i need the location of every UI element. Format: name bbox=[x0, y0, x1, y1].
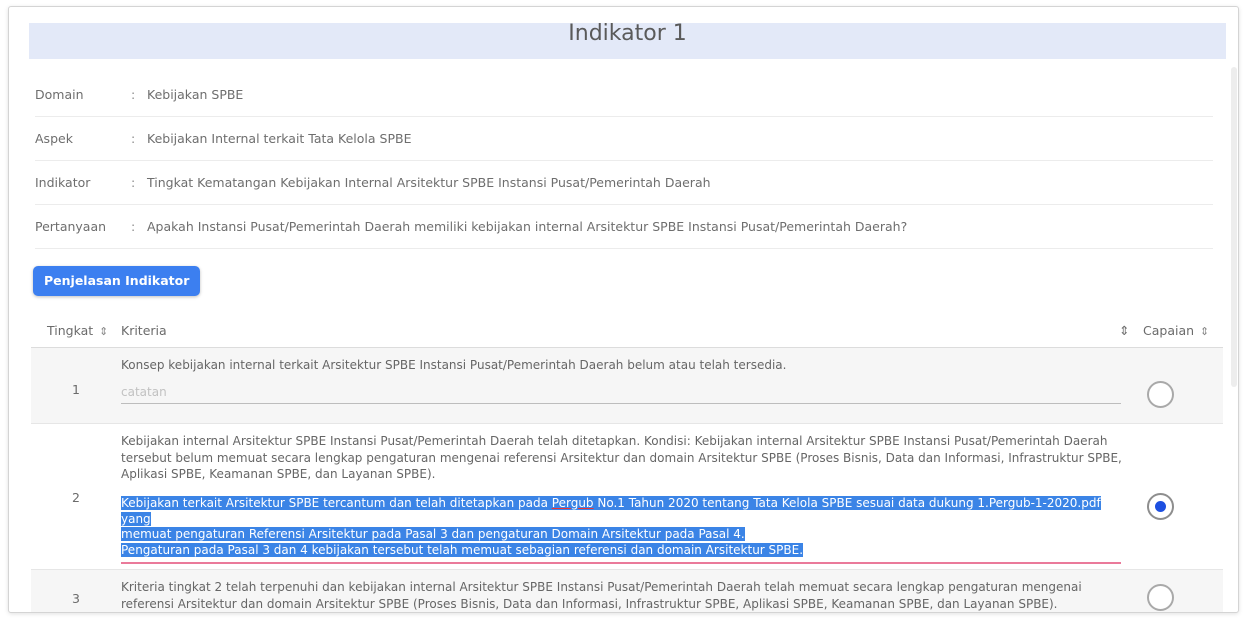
penjelasan-indikator-button[interactable]: Penjelasan Indikator bbox=[33, 266, 201, 296]
info-value: Apakah Instansi Pusat/Pemerintah Daerah … bbox=[147, 219, 908, 234]
column-label: Tingkat bbox=[47, 323, 94, 338]
info-label: Indikator bbox=[35, 175, 91, 190]
table-row: 2 Kebijakan internal Arsitektur SPBE Ins… bbox=[31, 424, 1223, 570]
sort-kriteria-icon[interactable]: ⇕ bbox=[1119, 323, 1129, 338]
criteria-text: Kebijakan internal Arsitektur SPBE Insta… bbox=[121, 434, 1122, 481]
criteria-text: Kriteria tingkat 2 telah terpenuhi dan k… bbox=[121, 580, 1082, 611]
highlighted-text-misspelled: Pergub bbox=[551, 496, 594, 510]
note-textarea[interactable]: Kebijakan terkait Arsitektur SPBE tercan… bbox=[121, 496, 1121, 564]
info-label: Aspek bbox=[35, 131, 73, 146]
column-header-kriteria[interactable]: Kriteria bbox=[121, 323, 167, 338]
note-line: Kebijakan terkait Arsitektur SPBE tercan… bbox=[121, 496, 1121, 527]
title-bar: Indikator 1 bbox=[29, 21, 1226, 59]
level-number: 1 bbox=[72, 382, 80, 397]
level-number: 3 bbox=[72, 591, 80, 606]
info-value: Tingkat Kematangan Kebijakan Internal Ar… bbox=[147, 175, 711, 190]
note-line: Pengaturan pada Pasal 3 dan 4 kebijakan … bbox=[121, 542, 1121, 559]
column-header-tingkat[interactable]: Tingkat ⇕ bbox=[47, 323, 108, 338]
column-header-capaian[interactable]: Capaian ⇕ bbox=[1143, 323, 1209, 338]
column-label: Capaian bbox=[1143, 323, 1195, 338]
info-row-indikator: Indikator : Tingkat Kematangan Kebijakan… bbox=[35, 161, 1213, 205]
info-separator: : bbox=[131, 131, 136, 146]
info-separator: : bbox=[131, 175, 136, 190]
table-row: 1 Konsep kebijakan internal terkait Arsi… bbox=[31, 348, 1223, 424]
note-input[interactable] bbox=[121, 380, 1121, 404]
note-line: memuat pengaturan Referensi Arsitektur p… bbox=[121, 527, 1121, 543]
capaian-radio[interactable] bbox=[1147, 584, 1174, 611]
info-row-pertanyaan: Pertanyaan : Apakah Instansi Pusat/Pemer… bbox=[35, 205, 1213, 249]
sort-icon: ⇕ bbox=[1200, 325, 1210, 338]
info-value: Kebijakan SPBE bbox=[147, 87, 244, 102]
info-row-aspek: Aspek : Kebijakan Internal terkait Tata … bbox=[35, 117, 1213, 161]
info-separator: : bbox=[131, 87, 136, 102]
page-title: Indikator 1 bbox=[568, 21, 687, 46]
info-row-domain: Domain : Kebijakan SPBE bbox=[35, 73, 1213, 117]
table-header: Tingkat ⇕ Kriteria ⇕ Capaian ⇕ bbox=[31, 314, 1223, 348]
capaian-radio[interactable] bbox=[1147, 381, 1174, 408]
info-label: Domain bbox=[35, 87, 84, 102]
info-label: Pertanyaan bbox=[35, 219, 107, 234]
info-separator: : bbox=[131, 219, 136, 234]
capaian-radio-selected[interactable] bbox=[1147, 493, 1174, 520]
level-number: 2 bbox=[72, 490, 80, 505]
scrollbar[interactable] bbox=[1231, 67, 1237, 387]
sort-icon: ⇕ bbox=[99, 325, 109, 338]
highlighted-text: Kebijakan terkait Arsitektur SPBE tercan… bbox=[121, 496, 552, 510]
indicator-panel: Indikator 1 Domain : Kebijakan SPBE Aspe… bbox=[8, 6, 1239, 613]
info-value: Kebijakan Internal terkait Tata Kelola S… bbox=[147, 131, 412, 146]
criteria-text: Konsep kebijakan internal terkait Arsite… bbox=[121, 358, 787, 372]
highlighted-text: memuat pengaturan Referensi Arsitektur p… bbox=[121, 527, 745, 541]
table-row: 3 Kriteria tingkat 2 telah terpenuhi dan… bbox=[31, 570, 1223, 612]
highlighted-text: Pengaturan pada Pasal 3 dan 4 kebijakan … bbox=[121, 542, 804, 557]
